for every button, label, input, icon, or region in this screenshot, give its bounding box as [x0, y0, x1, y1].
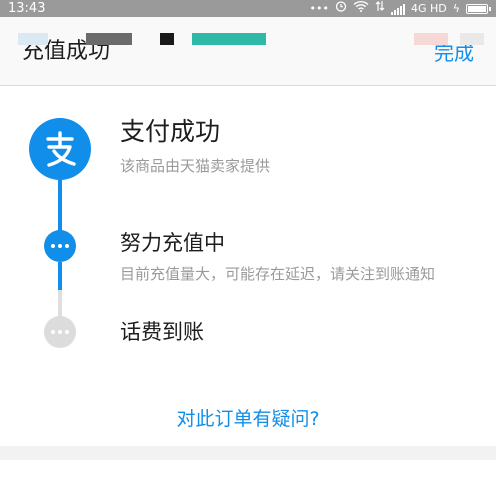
data-transfer-icon [375, 0, 385, 17]
status-bar: 13:43 ••• 4G HD ϟ [0, 0, 496, 17]
battery-icon [466, 3, 491, 14]
timeline-connector-active [58, 262, 62, 290]
step-title-paid: 支付成功 [120, 117, 221, 146]
signal-icon [390, 3, 405, 15]
step-desc-recharging: 目前充值量大，可能存在延迟，请关注到账通知 [120, 265, 436, 283]
bottom-section [0, 446, 496, 492]
thumbnail-image[interactable] [460, 33, 484, 45]
header: 充值成功 完成 [0, 17, 496, 86]
thumbnail-image[interactable] [160, 33, 174, 45]
thumbnail-image[interactable] [18, 33, 48, 45]
charging-icon: ϟ [452, 2, 460, 15]
order-question-link[interactable]: 对此订单有疑问? [0, 405, 496, 433]
more-dots-icon [44, 316, 76, 348]
wifi-icon [353, 0, 369, 17]
notification-dots-icon: ••• [309, 2, 329, 15]
step-desc-paid: 该商品由天猫卖家提供 [120, 157, 271, 175]
step-title-recharging: 努力充值中 [120, 231, 225, 255]
thumbnail-image[interactable] [414, 33, 448, 45]
alipay-icon [29, 118, 91, 180]
network-type-label: 4G HD [410, 2, 447, 15]
timeline-connector-pending [58, 290, 62, 318]
recharge-success-page: 13:43 ••• 4G HD ϟ 充值成功 完成 支付成功 该商品由天猫卖家提… [0, 0, 496, 492]
timeline-connector-done [58, 180, 62, 232]
recommendation-strip [0, 460, 496, 492]
more-dots-icon [44, 230, 76, 262]
thumbnail-image[interactable] [86, 33, 132, 45]
alarm-icon [335, 0, 347, 17]
battery-level-fill [468, 5, 486, 12]
status-time: 13:43 [8, 1, 46, 16]
step-title-arrived: 话费到账 [120, 320, 204, 344]
status-icons: ••• 4G HD ϟ [309, 0, 491, 17]
thumbnail-image[interactable] [192, 33, 266, 45]
